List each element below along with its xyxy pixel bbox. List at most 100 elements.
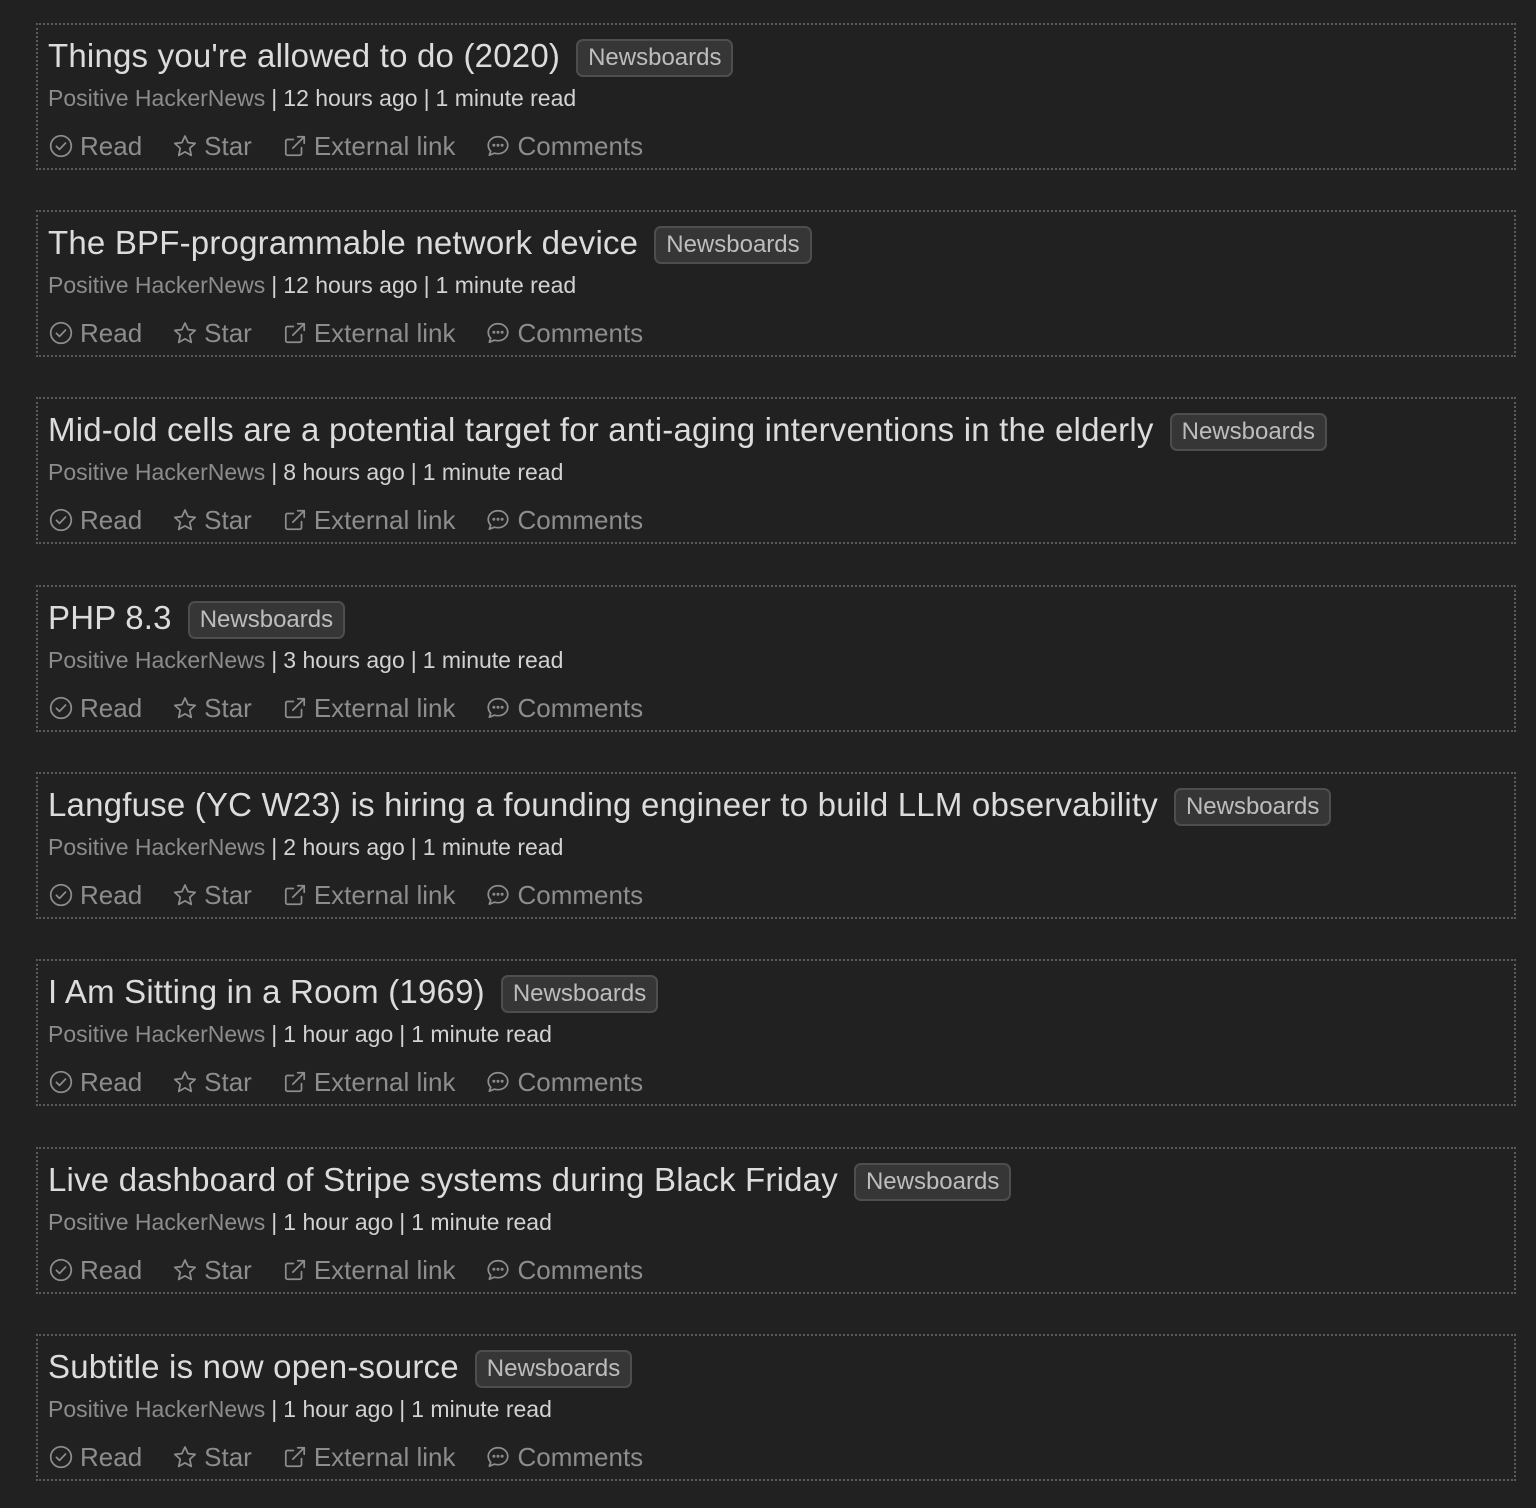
star-button[interactable]: Star [172,503,252,537]
tag-badge[interactable]: Newsboards [1169,413,1328,451]
tag-badge[interactable]: Newsboards [654,226,812,264]
external-link-button[interactable]: External link [282,691,456,725]
meta-separator: | [271,834,278,860]
meta-separator: | [423,85,430,111]
tag-badge[interactable]: Newsboards [187,601,346,639]
comments-label: Comments [517,505,644,535]
article-title[interactable]: Subtitle is now open-source [48,1347,459,1387]
read-button[interactable]: Read [48,129,142,163]
star-button[interactable]: Star [172,1253,252,1287]
comments-button[interactable]: Comments [485,503,643,537]
star-icon [174,1259,197,1281]
article-title[interactable]: Live dashboard of Stripe systems during … [48,1160,838,1200]
read-button[interactable]: Read [48,1440,142,1474]
comments-label: Comments [517,1442,644,1472]
article-age: 8 hours ago [283,459,405,485]
meta-separator: | [399,1396,406,1422]
article-meta: Positive HackerNews | 8 hours ago | 1 minute… [48,457,563,487]
source-name: Positive HackerNews [48,1396,266,1422]
external-link-button[interactable]: External link [282,316,455,350]
star-button-label: Star [204,880,252,910]
source-name: Positive HackerNews [48,1021,266,1047]
comments-button[interactable]: Comments [485,1440,643,1474]
article-title-row: PHP 8.3 Newsboards [48,597,346,639]
meta-separator: | [423,272,430,298]
star-icon [174,884,197,906]
article-title[interactable]: Things you're allowed to do (2020) [48,36,560,76]
external-link-button[interactable]: External link [282,503,456,537]
article-title-row: I Am Sitting in a Room (1969) Newsboards [48,971,659,1013]
comments-button[interactable]: Comments [485,129,643,163]
read-button[interactable]: Read [48,878,142,912]
comments-button[interactable]: Comments [485,878,643,912]
external-link-button[interactable]: External link [282,1065,455,1099]
check-circle-icon [49,1445,73,1469]
comments-button[interactable]: Comments [485,1065,643,1099]
external-link-icon [284,322,305,344]
read-button-label: Read [80,693,143,723]
external-link-button[interactable]: External link [282,129,455,163]
read-button[interactable]: Read [48,316,142,350]
article-card: Things you're allowed to do (2020) Newsb… [36,23,1516,170]
article-title[interactable]: Langfuse (YC W23) is hiring a founding e… [48,785,1158,825]
source-name: Positive HackerNews [48,647,266,673]
star-button[interactable]: Star [172,1065,252,1099]
star-button[interactable]: Star [172,316,252,350]
star-button[interactable]: Star [172,878,252,912]
comment-icon [487,697,510,719]
tag-badge[interactable]: Newsboards [500,975,659,1013]
read-button[interactable]: Read [48,691,142,725]
star-button[interactable]: Star [172,691,252,725]
source-name: Positive HackerNews [48,85,266,111]
article-age: 1 hour ago [283,1021,394,1047]
star-button-label: Star [204,318,252,348]
article-meta: Positive HackerNews | 1 hour ago | 1 minute … [48,1019,552,1049]
external-link-label: External link [313,1442,456,1472]
external-link-label: External link [313,505,456,535]
comments-label: Comments [517,693,644,723]
comments-button[interactable]: Comments [485,1253,643,1287]
tag-badge[interactable]: Newsboards [1173,788,1332,826]
article-title[interactable]: The BPF-programmable network device [48,223,638,263]
external-link-label: External link [313,1255,456,1285]
external-link-label: External link [313,693,456,723]
source-name: Positive HackerNews [48,272,266,298]
read-button[interactable]: Read [48,1253,142,1287]
star-icon [174,1071,197,1093]
star-button[interactable]: Star [172,129,252,163]
comments-label: Comments [517,1067,644,1097]
read-time: 1 minute read [411,1021,552,1047]
comment-icon [487,135,510,157]
external-link-icon [284,509,305,531]
comments-button[interactable]: Comments [485,691,643,725]
article-title[interactable]: I Am Sitting in a Room (1969) [48,972,485,1012]
article-meta: Positive HackerNews | 1 hour ago | 1 minute … [48,1207,552,1237]
tag-badge[interactable]: Newsboards [853,1163,1012,1201]
article-card: Mid-old cells are a potential target for… [36,397,1516,544]
article-card: Langfuse (YC W23) is hiring a founding e… [36,772,1516,919]
star-button[interactable]: Star [172,1440,252,1474]
article-actions: Read Star External link Comments [48,503,673,537]
article-meta: Positive HackerNews | 2 hours ago | 1 minute… [48,832,563,862]
article-title[interactable]: PHP 8.3 [48,598,172,638]
read-button[interactable]: Read [48,1065,142,1099]
comment-icon [487,322,510,344]
external-link-button[interactable]: External link [282,1440,456,1474]
external-link-label: External link [313,880,456,910]
tag-badge[interactable]: Newsboards [576,39,734,77]
read-time: 1 minute read [435,272,577,298]
article-title-row: Things you're allowed to do (2020) Newsb… [48,35,734,77]
read-time: 1 minute read [435,85,577,111]
tag-badge[interactable]: Newsboards [474,1350,633,1388]
article-card: Subtitle is now open-source Newsboards P… [36,1334,1516,1481]
read-time: 1 minute read [411,1209,552,1235]
external-link-button[interactable]: External link [282,878,456,912]
external-link-button[interactable]: External link [282,1253,456,1287]
comments-button[interactable]: Comments [485,316,643,350]
meta-separator: | [271,85,278,111]
article-actions: Read Star External link Comments [48,1065,673,1099]
article-actions: Read Star External link Comments [48,129,673,163]
star-button-label: Star [204,1255,252,1285]
article-title[interactable]: Mid-old cells are a potential target for… [48,410,1154,450]
read-button[interactable]: Read [48,503,142,537]
